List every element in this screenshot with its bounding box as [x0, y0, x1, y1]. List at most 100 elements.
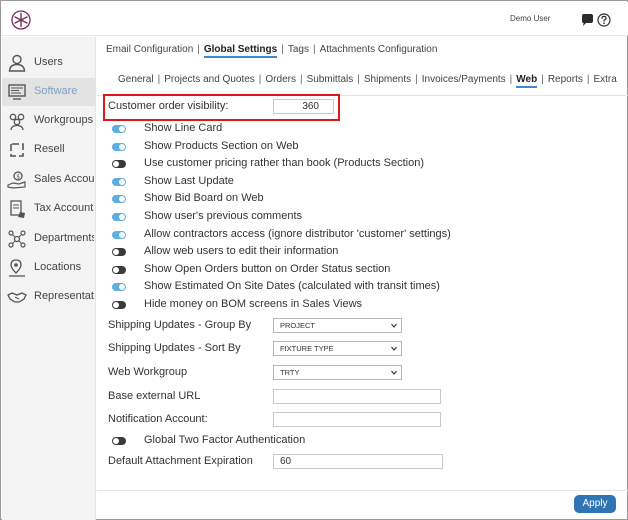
- group-icon: [9, 113, 25, 131]
- tab-email-configuration[interactable]: Email Configuration: [106, 44, 193, 55]
- tab-invoices-payments[interactable]: Invoices/Payments: [422, 74, 506, 85]
- setting-toggle[interactable]: [112, 177, 126, 186]
- shipping-group-by-label: Shipping Updates - Group By: [108, 319, 252, 331]
- main-panel: Email Configuration | Global Settings | Tags…: [97, 37, 628, 520]
- customer-order-visibility-label: Customer order visibility:: [108, 100, 229, 112]
- toggle-knob: [119, 178, 125, 185]
- sidebar-item-workgroups[interactable]: Workgroups: [2, 107, 96, 135]
- web-workgroup-label: Web Workgroup: [108, 366, 188, 378]
- sidebar-item-resell[interactable]: Resell: [2, 136, 96, 164]
- toggle-knob: [113, 161, 119, 168]
- tab-web[interactable]: Web: [516, 74, 538, 88]
- customer-order-visibility-input[interactable]: 360: [273, 99, 334, 114]
- setting-toggle-label: Show Products Section on Web: [144, 139, 299, 152]
- sidebar-item-representatives[interactable]: Representatives: [2, 283, 96, 311]
- monitor-icon: [8, 84, 26, 100]
- chevron-down-icon: [391, 346, 397, 351]
- setting-toggle-label: Use customer pricing rather than book (P…: [144, 157, 425, 170]
- setting-toggle[interactable]: [112, 301, 126, 309]
- asterisk-logo-icon[interactable]: [11, 10, 31, 30]
- help-circle-icon[interactable]: [597, 13, 611, 27]
- web-workgroup-select[interactable]: TRTY: [273, 365, 402, 380]
- setting-toggle-label: Show user's previous comments: [144, 210, 302, 222]
- toggle-knob: [119, 196, 125, 203]
- setting-toggle-label: Show Open Orders button on Order Status …: [144, 262, 391, 275]
- sidebar-item-label: Locations: [34, 261, 82, 273]
- sidebar-item-label: Departments: [34, 232, 94, 244]
- setting-toggle[interactable]: [112, 283, 126, 292]
- two-factor-toggle[interactable]: [112, 437, 126, 445]
- money-hand-icon: $: [7, 171, 26, 189]
- tab-attachments-configuration[interactable]: Attachments Configuration: [320, 44, 438, 55]
- two-factor-label: Global Two Factor Authentication: [144, 434, 306, 446]
- toggle-knob: [119, 231, 125, 238]
- toggle-knob: [119, 143, 125, 150]
- primary-tabs: Email Configuration | Global Settings | Tags…: [106, 44, 438, 58]
- tab-orders[interactable]: Orders: [265, 74, 296, 85]
- network-icon: [8, 230, 26, 248]
- select-value: TRTY: [280, 368, 300, 377]
- sidebar-item-users[interactable]: Users: [2, 49, 96, 77]
- base-external-url-label: Base external URL: [108, 390, 201, 402]
- notification-account-input[interactable]: [273, 412, 441, 427]
- tab-shipments[interactable]: Shipments: [364, 74, 411, 85]
- base-external-url-input[interactable]: [273, 389, 441, 404]
- toggle-knob: [119, 284, 125, 291]
- setting-toggle[interactable]: [112, 125, 126, 133]
- handshake-icon: [7, 292, 27, 303]
- sidebar: Users Software Workgroups Resell $ Sales…: [2, 37, 96, 520]
- tab-submittals[interactable]: Submittals: [307, 74, 354, 85]
- sidebar-item-label: Resell: [34, 143, 65, 155]
- tab-general[interactable]: General: [118, 74, 154, 85]
- map-pin-icon: [9, 259, 25, 277]
- setting-toggle-label: Hide money on BOM screens in Sales Views: [144, 298, 363, 310]
- chevron-down-icon: [391, 323, 397, 328]
- sidebar-item-sales-accounts[interactable]: $ Sales Accounts: [2, 166, 96, 194]
- select-value: FIXTURE TYPE: [280, 344, 334, 353]
- sidebar-item-tax-accounts[interactable]: Tax Accounts: [2, 195, 96, 223]
- user-name[interactable]: Demo User: [510, 14, 550, 23]
- svg-text:$: $: [16, 173, 20, 180]
- tab-extra[interactable]: Extra: [593, 74, 616, 85]
- tab-projects-and-quotes[interactable]: Projects and Quotes: [164, 74, 255, 85]
- setting-toggle[interactable]: [112, 195, 126, 204]
- toggle-knob: [119, 214, 125, 220]
- secondary-tabs: General | Projects and Quotes | Orders | Submi…: [118, 74, 617, 88]
- apply-button[interactable]: Apply: [574, 495, 616, 513]
- select-value: PROJECT: [280, 321, 316, 330]
- footer-divider: [97, 490, 628, 491]
- tab-reports[interactable]: Reports: [548, 74, 583, 85]
- chevron-down-icon: [391, 370, 397, 375]
- shipping-sort-by-select[interactable]: FIXTURE TYPE: [273, 341, 402, 356]
- setting-toggle-label: Show Estimated On Site Dates (calculated…: [144, 280, 440, 293]
- cycle-icon: [10, 143, 24, 157]
- setting-toggle[interactable]: [112, 213, 126, 221]
- toggle-knob: [113, 302, 119, 308]
- sidebar-item-label: Representatives: [34, 290, 94, 302]
- user-icon: [8, 54, 26, 72]
- top-bar: Demo User: [2, 2, 628, 36]
- sidebar-item-software[interactable]: Software: [2, 78, 96, 106]
- setting-toggle[interactable]: [112, 265, 126, 274]
- sidebar-item-label: Users: [34, 56, 63, 68]
- chat-bubble-icon[interactable]: [580, 13, 594, 27]
- shipping-group-by-select[interactable]: PROJECT: [273, 318, 402, 333]
- toggle-knob: [113, 438, 119, 444]
- sidebar-item-locations[interactable]: Locations: [2, 254, 96, 282]
- tax-document-icon: [10, 200, 25, 218]
- sidebar-item-label: Software: [34, 85, 78, 97]
- sidebar-item-label: Tax Accounts: [34, 202, 94, 214]
- app-window: Demo User Users Software Workgroups Rese…: [0, 0, 628, 520]
- sidebar-item-label: Workgroups: [34, 114, 94, 126]
- setting-toggle[interactable]: [112, 160, 126, 169]
- setting-toggle-label: Show Last Update: [144, 174, 234, 187]
- setting-toggle[interactable]: [112, 230, 126, 239]
- setting-toggle[interactable]: [112, 142, 126, 151]
- attachment-expiration-input[interactable]: 60: [273, 454, 443, 469]
- setting-toggle[interactable]: [112, 248, 126, 257]
- tab-tags[interactable]: Tags: [288, 44, 309, 55]
- setting-toggle-label: Show Bid Board on Web: [144, 192, 264, 205]
- sidebar-item-departments[interactable]: Departments: [2, 225, 96, 253]
- toggle-knob: [113, 266, 119, 273]
- tab-global-settings[interactable]: Global Settings: [203, 44, 278, 58]
